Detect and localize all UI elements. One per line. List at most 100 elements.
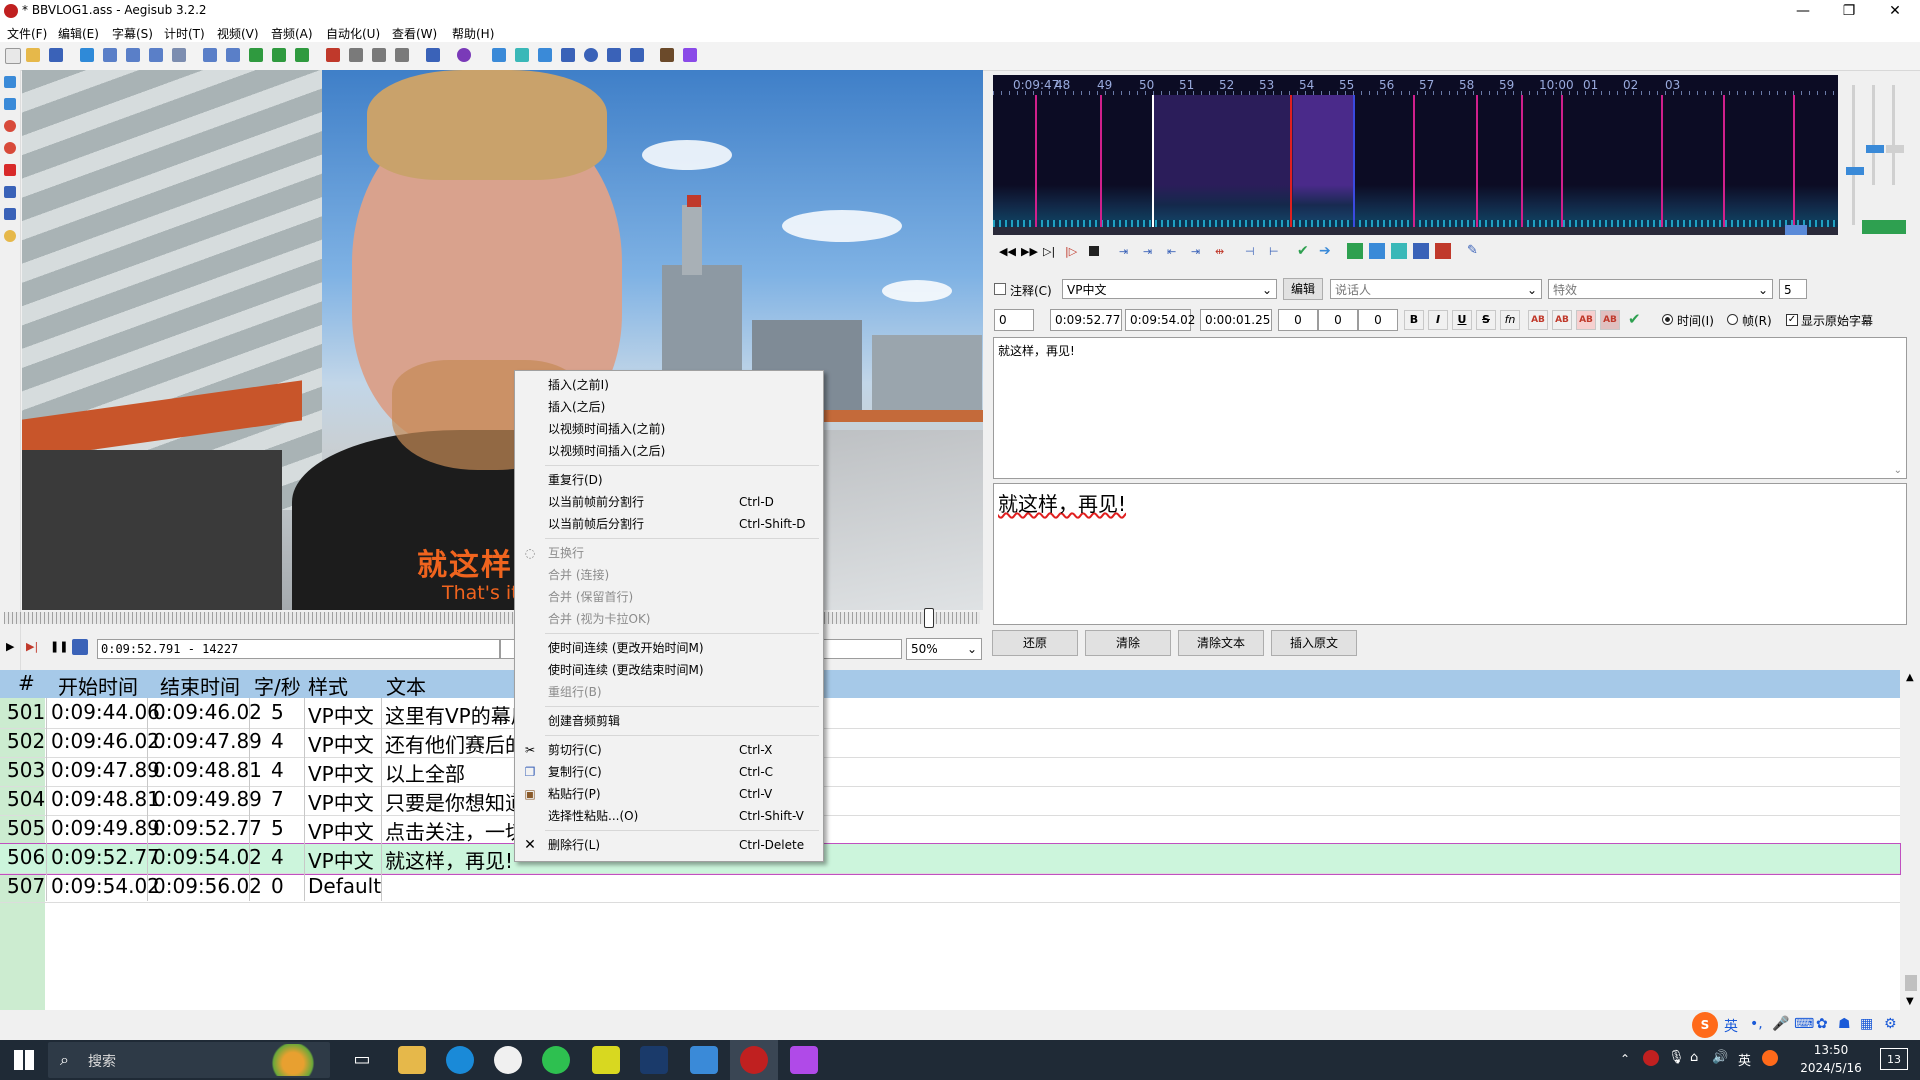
steam-icon[interactable] <box>640 1046 668 1074</box>
drag-tool-icon[interactable] <box>4 98 16 110</box>
scroll-down-icon[interactable]: ▼ <box>1906 996 1914 1007</box>
taskbar-clock-date[interactable]: 2024/5/16 <box>1786 1061 1876 1075</box>
audio-vertical-zoom-slider[interactable] <box>1886 145 1904 153</box>
microphone-icon[interactable]: 🎤 <box>1772 1016 1789 1032</box>
video-time-display[interactable]: 0:09:52.791 - 14227 <box>97 639 500 659</box>
col-header-cps[interactable]: 字/秒 <box>254 671 301 700</box>
punctuation-icon[interactable]: •, <box>1750 1016 1763 1032</box>
snap-end-icon[interactable]: ⊢ <box>1269 245 1279 258</box>
open-keyframes-icon[interactable] <box>149 48 163 62</box>
menu-item-insert-video-after[interactable]: 以视频时间插入(之后) <box>515 441 823 461</box>
bold-button[interactable]: B <box>1404 310 1424 330</box>
audio-waveform-display[interactable] <box>993 75 1838 235</box>
menu-item-continuous-start[interactable]: 使时间连续 (更改开始时间M) <box>515 638 823 658</box>
play-before-end-icon[interactable]: ⇤ <box>1167 245 1176 258</box>
notepad-icon[interactable] <box>690 1046 718 1074</box>
ime-language[interactable]: 英 <box>1724 1016 1738 1036</box>
tray-mic-icon[interactable]: 🎙 <box>1668 1050 1685 1065</box>
table-row[interactable]: 505 0:09:49.89 0:09:52.77 5 VP中文 点击关注，一切 <box>0 815 1900 845</box>
video-display[interactable]: 就这样， That's it <box>22 70 983 610</box>
table-row[interactable]: 504 0:09:48.81 0:09:49.89 7 VP中文 只要是你想知道 <box>0 786 1900 816</box>
commit-checkmark-icon[interactable]: ✔ <box>1628 310 1641 328</box>
margin-vertical-field[interactable]: 0 <box>1358 309 1398 331</box>
menu-item-continuous-end[interactable]: 使时间连续 (更改结束时间M) <box>515 660 823 680</box>
close-audio-icon[interactable] <box>126 48 140 62</box>
italic-button[interactable]: I <box>1428 310 1448 330</box>
col-header-style[interactable]: 样式 <box>308 671 348 700</box>
frame-radio[interactable] <box>1727 314 1738 325</box>
timing-postprocessor-icon[interactable] <box>492 48 506 62</box>
open-file-icon[interactable] <box>26 48 40 62</box>
shadow-color-button[interactable]: AB <box>1600 310 1620 330</box>
auto-scroll-audio-icon[interactable] <box>1391 243 1407 259</box>
layer-spinner[interactable]: 0 <box>994 309 1034 331</box>
table-row[interactable]: 507 0:09:54.02 0:09:56.02 0 Default <box>0 873 1900 903</box>
primary-color-button[interactable]: AB <box>1528 310 1548 330</box>
menu-help[interactable]: 帮助(H) <box>452 25 494 42</box>
resample-icon[interactable] <box>295 48 309 62</box>
vpn-app-icon[interactable] <box>592 1046 620 1074</box>
auto-next-icon[interactable] <box>1369 243 1385 259</box>
audio-volume-slider[interactable] <box>1866 145 1884 153</box>
menu-item-insert-before[interactable]: 插入(之前I) <box>515 375 823 395</box>
keyboard-icon[interactable]: ⌨ <box>1794 1016 1814 1032</box>
toolbox-icon[interactable]: ▦ <box>1860 1016 1873 1032</box>
auto-scroll-icon[interactable] <box>72 639 88 655</box>
save-file-icon[interactable] <box>49 48 63 62</box>
menu-item-paste[interactable]: ▣ 粘贴行(P) Ctrl-V <box>515 784 823 804</box>
menu-file[interactable]: 文件(F) <box>7 25 47 42</box>
wechat-icon[interactable] <box>542 1046 570 1074</box>
taskbar-clock-time[interactable]: 13:50 <box>1786 1043 1876 1057</box>
options-icon[interactable] <box>660 48 674 62</box>
next-line-icon[interactable]: ▶▶ <box>1021 245 1038 258</box>
play-after-start-icon[interactable]: ⇥ <box>1143 245 1152 258</box>
grid-scrollbar[interactable]: ▲ ▼ <box>1902 670 1920 1010</box>
col-header-number[interactable]: # <box>18 671 35 695</box>
play-icon[interactable]: ▶ <box>6 640 14 653</box>
go-to-next-icon[interactable]: ➔ <box>1319 243 1331 259</box>
translation-icon[interactable] <box>349 48 363 62</box>
scroll-thumb[interactable] <box>1905 975 1917 991</box>
col-header-start[interactable]: 开始时间 <box>58 671 138 700</box>
video-seek-bar[interactable] <box>4 608 980 628</box>
clear-button[interactable]: 清除 <box>1085 630 1171 656</box>
assdraw-icon[interactable] <box>457 48 471 62</box>
windows-start-icon[interactable] <box>14 1050 34 1070</box>
menu-automation[interactable]: 自动化(U) <box>326 25 380 42</box>
file-explorer-icon[interactable] <box>398 1046 426 1074</box>
shift-times-icon[interactable] <box>426 48 440 62</box>
menu-view[interactable]: 查看(W) <box>392 25 437 42</box>
rotate-z-icon[interactable] <box>4 120 16 132</box>
insert-original-button[interactable]: 插入原文 <box>1271 630 1357 656</box>
clock-icon[interactable] <box>584 48 598 62</box>
standard-tool-icon[interactable] <box>4 76 16 88</box>
open-video-icon[interactable] <box>80 48 94 62</box>
table-row[interactable]: 503 0:09:47.89 0:09:48.81 4 VP中文 以上全部 <box>0 757 1900 787</box>
show-hidden-icons-icon[interactable]: ⌃ <box>1620 1052 1630 1066</box>
maximize-button[interactable]: ❐ <box>1826 0 1872 22</box>
spell-check-icon[interactable] <box>372 48 386 62</box>
karaoke-split-icon[interactable]: ✎ <box>1467 243 1478 258</box>
font-button[interactable]: fn <box>1500 310 1520 330</box>
menu-edit[interactable]: 编辑(E) <box>58 25 99 42</box>
menu-subtitle[interactable]: 字幕(S) <box>112 25 153 42</box>
col-header-text[interactable]: 文本 <box>386 671 426 700</box>
clip-tool-icon[interactable] <box>4 186 16 198</box>
pause-icon[interactable]: ❚❚ <box>50 640 68 653</box>
col-header-end[interactable]: 结束时间 <box>160 671 240 700</box>
tray-sogou-icon[interactable] <box>1762 1050 1778 1066</box>
menu-item-cut[interactable]: ✂ 剪切行(C) Ctrl-X <box>515 740 823 760</box>
help-icon[interactable] <box>4 230 16 242</box>
task-view-icon[interactable]: ▭ <box>348 1046 376 1074</box>
underline-button[interactable]: U <box>1452 310 1472 330</box>
margin-right-field[interactable]: 0 <box>1318 309 1358 331</box>
tray-ime-language[interactable]: 英 <box>1738 1050 1751 1069</box>
karaoke-icon[interactable] <box>1435 243 1451 259</box>
table-row-selected[interactable]: 506 0:09:52.77 0:09:54.02 4 VP中文 就这样，再见! <box>0 843 1901 875</box>
play-selection-icon[interactable]: ▷| <box>1043 245 1055 258</box>
network-icon[interactable]: ⌂ <box>1690 1050 1698 1065</box>
clear-text-button[interactable]: 清除文本 <box>1178 630 1264 656</box>
show-original-checkbox[interactable]: ✓ <box>1786 314 1798 326</box>
actor-field[interactable]: 说话人 ⌄ <box>1330 279 1542 299</box>
new-file-icon[interactable] <box>5 48 21 64</box>
